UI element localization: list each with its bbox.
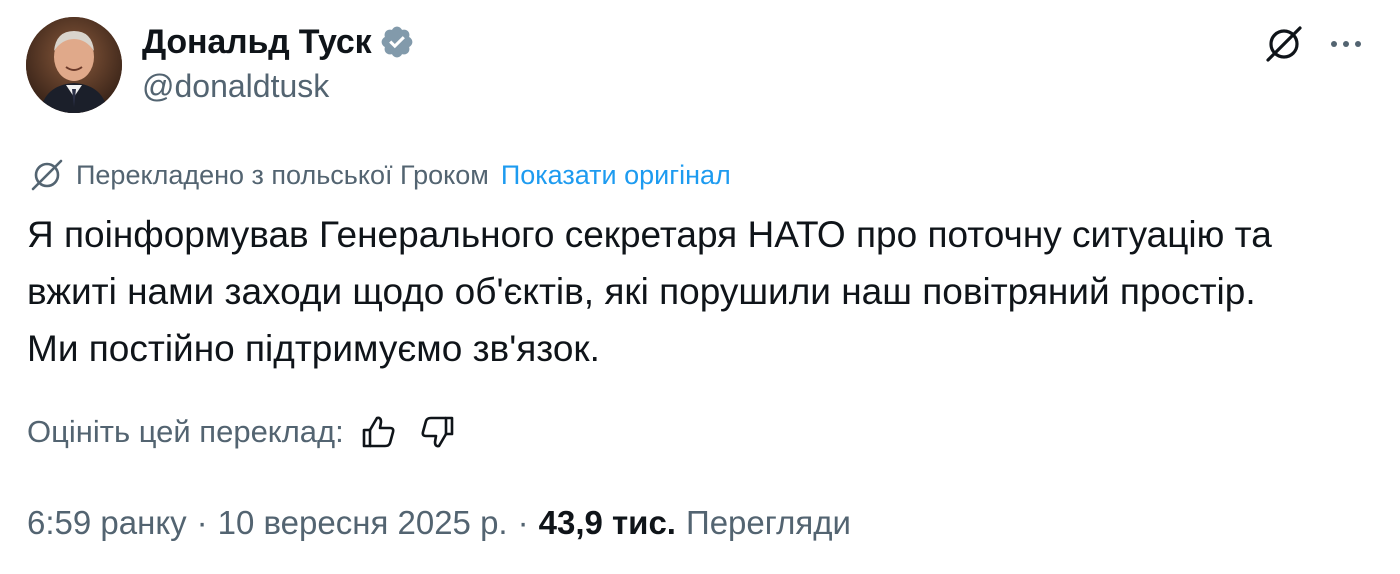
author-name-row[interactable]: Дональд Туск [142, 20, 415, 64]
meta-separator: · [196, 504, 208, 541]
tweet: Дональд Туск @donaldtusk Перекладено з п… [0, 0, 1400, 574]
translation-note: Перекладено з польської Гроком [76, 159, 489, 190]
rate-translation: Оцініть цей переклад: [27, 410, 458, 454]
tweet-meta: 6:59 ранку · 10 вересня 2025 р. · 43,9 т… [27, 500, 851, 546]
show-original-link[interactable]: Показати оригінал [501, 160, 731, 191]
grok-icon[interactable] [1262, 22, 1306, 66]
tweet-text-line: Ми постійно підтримуємо зв'язок. [27, 328, 600, 369]
views-count: 43,9 тис. [538, 504, 676, 541]
author-name[interactable]: Дональд Туск [142, 23, 372, 62]
views-label: Перегляди [685, 504, 851, 541]
verified-badge-icon[interactable] [379, 24, 415, 60]
tweet-text-line: вжиті нами заходи щодо об'єктів, які пор… [27, 271, 1256, 312]
timestamp-date[interactable]: 10 вересня 2025 р. [218, 504, 508, 542]
more-horizontal-icon[interactable] [1322, 22, 1370, 66]
avatar-image [26, 17, 122, 113]
timestamp-time[interactable]: 6:59 ранку [27, 504, 187, 542]
rate-translation-label: Оцініть цей переклад: [27, 414, 344, 449]
avatar[interactable] [26, 17, 122, 113]
thumbs-down-icon[interactable] [418, 412, 458, 452]
translation-notice: Перекладено з польської Гроком Показати … [28, 155, 731, 195]
tweet-text-line: Я поінформував Генерального секретаря НА… [27, 214, 1272, 255]
grok-icon [31, 159, 63, 191]
meta-separator: · [517, 504, 529, 541]
author-handle[interactable]: @donaldtusk [142, 68, 329, 105]
tweet-text: Я поінформував Генерального секретаря НА… [27, 206, 1382, 377]
thumbs-up-icon[interactable] [358, 412, 398, 452]
